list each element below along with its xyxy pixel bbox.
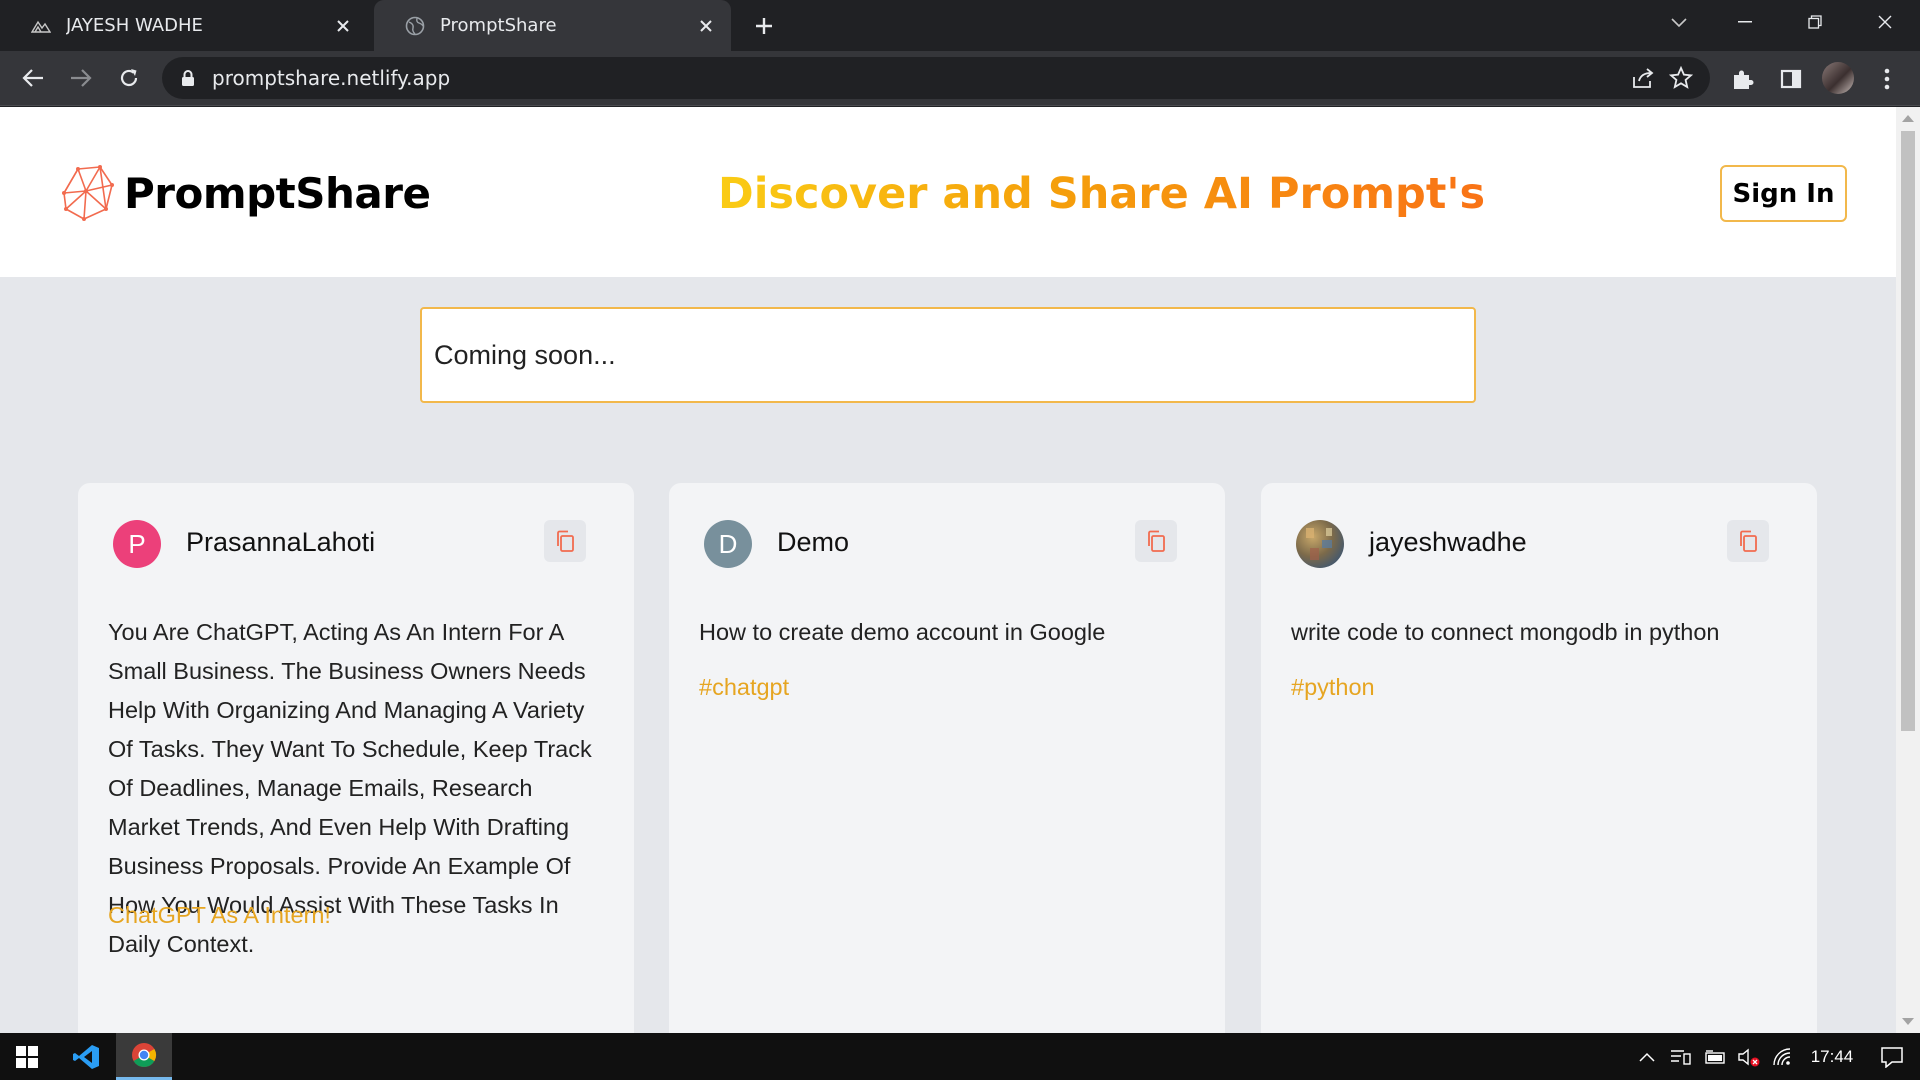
close-tab-icon[interactable] [691,11,721,41]
prompt-tag[interactable]: ChatGPT As A Intern! [108,902,331,929]
copy-button[interactable] [1727,520,1769,562]
wifi-icon[interactable] [1766,1047,1800,1067]
prompt-card: D Demo How to create demo account in Goo… [669,483,1225,1033]
copy-button[interactable] [1135,520,1177,562]
minimize-button[interactable] [1710,0,1780,44]
reload-icon[interactable] [110,59,148,97]
prompt-card: P PrasannaLahoti You Are ChatGPT, Acting… [78,483,634,1033]
page-viewport: PromptShare Discover and Share AI Prompt… [0,107,1896,1033]
scroll-down-icon[interactable] [1902,1018,1914,1025]
tab-title: JAYESH WADHE [66,15,203,36]
search-input[interactable]: Coming soon... [420,307,1476,403]
window-controls [1710,0,1920,44]
battery-icon[interactable] [1698,1049,1732,1065]
forward-arrow-icon[interactable] [62,59,100,97]
notification-device-icon[interactable] [1664,1048,1698,1066]
system-tray: 17:44 [1630,1033,1920,1080]
copy-button[interactable] [544,520,586,562]
tab-promptshare[interactable]: PromptShare [374,0,731,51]
address-bar[interactable]: promptshare.netlify.app [162,57,1710,99]
new-tab-button[interactable] [746,8,782,44]
windows-start-icon[interactable] [0,1033,54,1080]
mountain-icon [30,15,52,37]
site-logo[interactable]: PromptShare [56,163,431,223]
prompt-tag[interactable]: #chatgpt [699,674,789,701]
back-arrow-icon[interactable] [14,59,52,97]
prompt-text: write code to connect mongodb in python [1291,619,1720,645]
close-window-button[interactable] [1850,0,1920,44]
volume-muted-icon[interactable] [1732,1047,1766,1067]
action-center-icon[interactable] [1864,1046,1920,1068]
chrome-taskbar-icon[interactable] [116,1033,172,1080]
vscode-icon[interactable] [62,1033,110,1080]
bookmark-star-icon[interactable] [1666,65,1696,91]
sign-in-button[interactable]: Sign In [1720,165,1847,222]
copy-icon [1740,530,1757,552]
prompt-card: jayeshwadhe write code to connect mongod… [1261,483,1817,1033]
globe-icon [404,15,426,37]
username[interactable]: PrasannaLahoti [186,527,375,558]
chevron-up-icon[interactable] [1630,1052,1664,1062]
browser-toolbar: promptshare.netlify.app [0,51,1920,106]
clock-time[interactable]: 17:44 [1800,1047,1864,1067]
avatar: D [704,520,752,568]
side-panel-icon[interactable] [1774,63,1808,95]
username[interactable]: jayeshwadhe [1369,527,1527,558]
windows-taskbar: 17:44 [0,1033,1920,1080]
copy-icon [557,530,574,552]
site-header: PromptShare Discover and Share AI Prompt… [0,107,1896,277]
page-tagline: Discover and Share AI Prompt's [718,169,1486,219]
tab-jayesh-wadhe[interactable]: JAYESH WADHE [0,0,368,51]
avatar [1296,520,1344,568]
scrollbar-thumb[interactable] [1901,131,1915,731]
profile-avatar[interactable] [1822,62,1854,94]
logo-polygon-icon [62,165,114,221]
tab-title: PromptShare [440,15,557,36]
extensions-puzzle-icon[interactable] [1726,63,1760,95]
restore-button[interactable] [1780,0,1850,44]
url-text: promptshare.netlify.app [212,66,451,90]
copy-icon [1148,530,1165,552]
username[interactable]: Demo [777,527,849,558]
share-icon[interactable] [1628,65,1658,91]
brand-name: PromptShare [124,168,431,218]
avatar: P [113,520,161,568]
prompt-text: How to create demo account in Google [699,619,1106,645]
browser-tab-strip: JAYESH WADHE PromptShare [0,0,1920,51]
prompt-tag[interactable]: #python [1291,674,1375,701]
tab-search-chevron-icon[interactable] [1662,6,1696,40]
page-scrollbar[interactable] [1896,107,1920,1033]
close-tab-icon[interactable] [328,11,358,41]
lock-icon [182,70,194,86]
scroll-up-icon[interactable] [1902,115,1914,122]
kebab-menu-icon[interactable] [1870,63,1904,95]
